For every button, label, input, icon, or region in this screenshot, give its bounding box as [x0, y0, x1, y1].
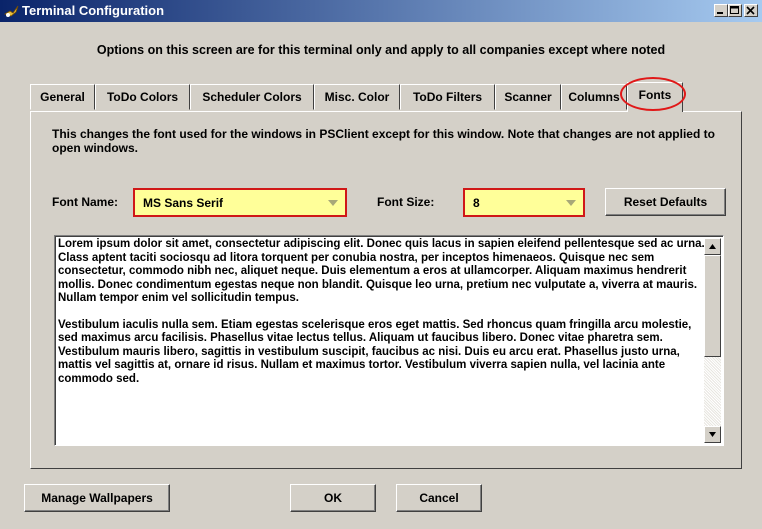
tab-general[interactable]: General [30, 84, 95, 110]
close-button[interactable] [744, 4, 758, 17]
maximize-button[interactable] [728, 4, 742, 17]
tab-misc-color[interactable]: Misc. Color [314, 84, 400, 110]
font-name-select[interactable]: MS Sans Serif [133, 188, 347, 217]
font-size-select[interactable]: 8 [463, 188, 585, 217]
fonts-description: This changes the font used for the windo… [52, 127, 715, 155]
tab-columns[interactable]: Columns [561, 84, 627, 110]
scroll-up-button[interactable] [704, 238, 721, 255]
maximize-icon [730, 6, 739, 14]
scroll-down-button[interactable] [704, 426, 721, 443]
window-title: Terminal Configuration [22, 3, 165, 18]
header-note: Options on this screen are for this term… [96, 43, 666, 57]
reset-defaults-button[interactable]: Reset Defaults [605, 188, 726, 216]
font-size-value: 8 [473, 196, 480, 210]
app-icon [4, 5, 19, 17]
manage-wallpapers-button[interactable]: Manage Wallpapers [24, 484, 170, 512]
close-icon [746, 6, 755, 15]
font-preview-textbox[interactable]: Lorem ipsum dolor sit amet, consectetur … [54, 235, 724, 446]
title-bar: Terminal Configuration [0, 0, 762, 22]
vertical-scrollbar[interactable] [704, 238, 721, 443]
cancel-button[interactable]: Cancel [396, 484, 482, 512]
font-name-label: Font Name: [52, 195, 118, 209]
tab-todo-filters[interactable]: ToDo Filters [400, 84, 495, 110]
tab-todo-colors[interactable]: ToDo Colors [95, 84, 190, 110]
tab-fonts[interactable]: Fonts [627, 82, 683, 112]
chevron-down-icon[interactable] [324, 193, 342, 212]
arrow-up-icon [709, 244, 716, 249]
minimize-button[interactable] [714, 4, 728, 17]
arrow-down-icon [709, 432, 716, 437]
tab-scheduler-colors[interactable]: Scheduler Colors [190, 84, 314, 110]
chevron-down-icon[interactable] [562, 193, 580, 212]
preview-paragraph: Vestibulum iaculis nulla sem. Etiam eges… [58, 318, 692, 385]
font-size-label: Font Size: [377, 195, 435, 209]
ok-button[interactable]: OK [290, 484, 376, 512]
tab-scanner[interactable]: Scanner [495, 84, 561, 110]
scroll-thumb[interactable] [704, 255, 721, 357]
font-preview-text: Lorem ipsum dolor sit amet, consectetur … [58, 238, 706, 399]
font-name-value: MS Sans Serif [143, 196, 224, 210]
preview-paragraph: Lorem ipsum dolor sit amet, consectetur … [58, 238, 705, 304]
minimize-icon [717, 12, 723, 14]
